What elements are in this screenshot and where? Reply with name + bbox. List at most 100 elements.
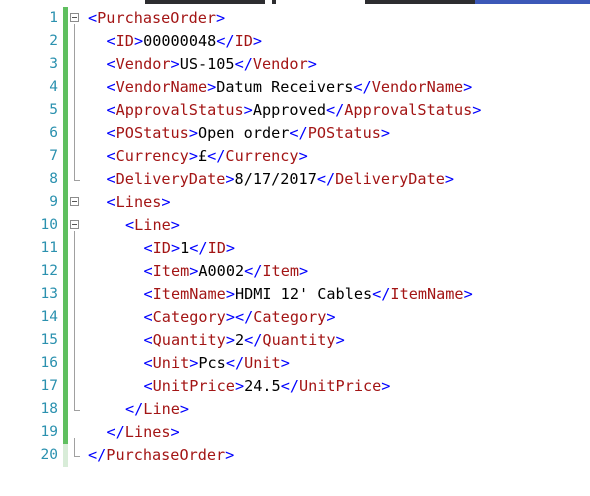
xml-delimiter: > bbox=[161, 193, 171, 211]
change-tracking-bar bbox=[63, 352, 68, 375]
code-line[interactable]: 20 </PurchaseOrder> bbox=[0, 444, 590, 467]
xml-tag-name: Unit bbox=[244, 354, 281, 372]
line-number: 19 bbox=[40, 424, 58, 440]
xml-delimiter: > bbox=[179, 400, 190, 418]
active-document-tab[interactable] bbox=[475, 0, 590, 4]
xml-code-editor[interactable]: 1 <PurchaseOrder> 2 <ID>00000048</ID> 3 <Vend… bbox=[0, 6, 590, 496]
outline-guide bbox=[74, 438, 75, 456]
xml-delimiter: </ bbox=[289, 124, 308, 142]
code-line[interactable]: 18 </Line> bbox=[0, 398, 590, 421]
code-line[interactable]: 16 <Unit>Pcs</Unit> bbox=[0, 352, 590, 375]
line-number: 13 bbox=[40, 286, 58, 302]
xml-delimiter: < bbox=[106, 147, 116, 165]
code-line[interactable]: 3 <Vendor>US-105</Vendor> bbox=[0, 53, 590, 76]
code-line[interactable]: 7 <Currency>£</Currency> bbox=[0, 145, 590, 168]
code-text: <VendorName>Datum Receivers</VendorName> bbox=[107, 76, 473, 99]
xml-delimiter: > bbox=[380, 124, 391, 142]
code-line[interactable]: 4 <VendorName>Datum Receivers</VendorName… bbox=[0, 76, 590, 99]
line-number: 9 bbox=[49, 194, 58, 210]
xml-text-value: Approved bbox=[252, 101, 326, 119]
line-number: 5 bbox=[49, 102, 58, 118]
xml-tag-name: DeliveryDate bbox=[335, 170, 445, 188]
xml-tag-name: POStatus bbox=[307, 124, 381, 142]
xml-tag-name: Quantity bbox=[262, 331, 336, 349]
code-line[interactable]: 17 <UnitPrice>24.5</UnitPrice> bbox=[0, 375, 590, 398]
code-line[interactable]: 10 <Line> bbox=[0, 214, 590, 237]
xml-delimiter: </ bbox=[234, 55, 253, 73]
code-text: <Currency>£</Currency> bbox=[107, 145, 308, 168]
change-tracking-bar bbox=[63, 214, 68, 237]
xml-delimiter: </ bbox=[207, 147, 226, 165]
xml-delimiter: </ bbox=[244, 262, 263, 280]
xml-delimiter: </ bbox=[225, 354, 245, 372]
xml-text-value: 2 bbox=[234, 331, 245, 349]
xml-delimiter: > bbox=[234, 377, 245, 395]
code-line[interactable]: 13 <ItemName>HDMI 12' Cables</ItemName> bbox=[0, 283, 590, 306]
xml-tag-name: Quantity bbox=[152, 331, 226, 349]
xml-tag-name: Line bbox=[134, 216, 171, 234]
line-number: 17 bbox=[40, 378, 58, 394]
change-tracking-bar bbox=[63, 398, 68, 421]
code-line[interactable]: 19 </Lines> bbox=[0, 421, 590, 444]
code-line[interactable]: 1 <PurchaseOrder> bbox=[0, 7, 590, 30]
code-line[interactable]: 9 <Lines> bbox=[0, 191, 590, 214]
xml-delimiter: < bbox=[143, 308, 153, 326]
xml-delimiter: </ bbox=[216, 32, 235, 50]
collapse-icon[interactable] bbox=[70, 13, 79, 22]
collapse-icon[interactable] bbox=[70, 197, 79, 206]
code-text: <PurchaseOrder> bbox=[88, 7, 225, 30]
xml-delimiter: > bbox=[170, 216, 180, 234]
line-number: 6 bbox=[49, 125, 58, 141]
xml-tag-name: Lines bbox=[115, 193, 162, 211]
xml-delimiter: > bbox=[170, 55, 180, 73]
line-number: 4 bbox=[49, 79, 58, 95]
change-tracking-bar bbox=[63, 444, 68, 467]
xml-text-value: 8/17/2017 bbox=[234, 170, 317, 188]
xml-delimiter: > bbox=[188, 124, 198, 142]
xml-delimiter: > bbox=[307, 55, 317, 73]
document-tab[interactable] bbox=[145, 0, 265, 4]
code-text: </Line> bbox=[125, 398, 189, 421]
change-tracking-bar bbox=[63, 99, 68, 122]
collapse-icon[interactable] bbox=[70, 220, 79, 229]
change-tracking-bar bbox=[63, 168, 68, 191]
xml-delimiter: > bbox=[280, 354, 290, 372]
xml-delimiter: < bbox=[143, 354, 153, 372]
line-number: 15 bbox=[40, 332, 58, 348]
xml-delimiter: > bbox=[472, 101, 482, 119]
xml-tag-name: ID bbox=[152, 239, 171, 257]
xml-delimiter: > bbox=[463, 285, 473, 303]
outline-guide-end bbox=[74, 180, 80, 181]
xml-tag-name: Line bbox=[143, 400, 180, 418]
xml-tag-name: ApprovalStatus bbox=[115, 101, 244, 119]
xml-delimiter: > bbox=[298, 262, 309, 280]
xml-delimiter: > bbox=[243, 101, 253, 119]
code-line[interactable]: 12 <Item>A0002</Item> bbox=[0, 260, 590, 283]
code-line[interactable]: 15 <Quantity>2</Quantity> bbox=[0, 329, 590, 352]
xml-delimiter: < bbox=[106, 170, 116, 188]
code-line[interactable]: 5 <ApprovalStatus>Approved</ApprovalStatu… bbox=[0, 99, 590, 122]
code-line[interactable]: 11 <ID>1</ID> bbox=[0, 237, 590, 260]
xml-delimiter: > bbox=[207, 78, 217, 96]
xml-delimiter: > bbox=[463, 78, 473, 96]
document-tab[interactable] bbox=[365, 0, 475, 4]
xml-tag-name: VendorName bbox=[115, 78, 208, 96]
xml-tag-name: DeliveryDate bbox=[115, 170, 226, 188]
code-line[interactable]: 2 <ID>00000048</ID> bbox=[0, 30, 590, 53]
change-tracking-bar bbox=[63, 30, 68, 53]
xml-text-value: 24.5 bbox=[244, 377, 281, 395]
xml-tag-name: ID bbox=[207, 239, 226, 257]
code-line[interactable]: 8 <DeliveryDate>8/17/2017</DeliveryDate> bbox=[0, 168, 590, 191]
change-tracking-bar bbox=[63, 421, 68, 444]
xml-delimiter: > bbox=[133, 32, 144, 50]
code-line[interactable]: 6 <POStatus>Open order</POStatus> bbox=[0, 122, 590, 145]
code-text: <Vendor>US-105</Vendor> bbox=[107, 53, 317, 76]
xml-tag-name: VendorName bbox=[371, 78, 464, 96]
xml-delimiter: < bbox=[88, 9, 98, 27]
code-line[interactable]: 14 <Category></Category> bbox=[0, 306, 590, 329]
xml-text-value: 00000048 bbox=[143, 32, 217, 50]
line-number: 8 bbox=[49, 171, 58, 187]
line-number: 14 bbox=[40, 309, 58, 325]
xml-delimiter: > bbox=[225, 239, 236, 257]
change-tracking-bar bbox=[63, 306, 68, 329]
